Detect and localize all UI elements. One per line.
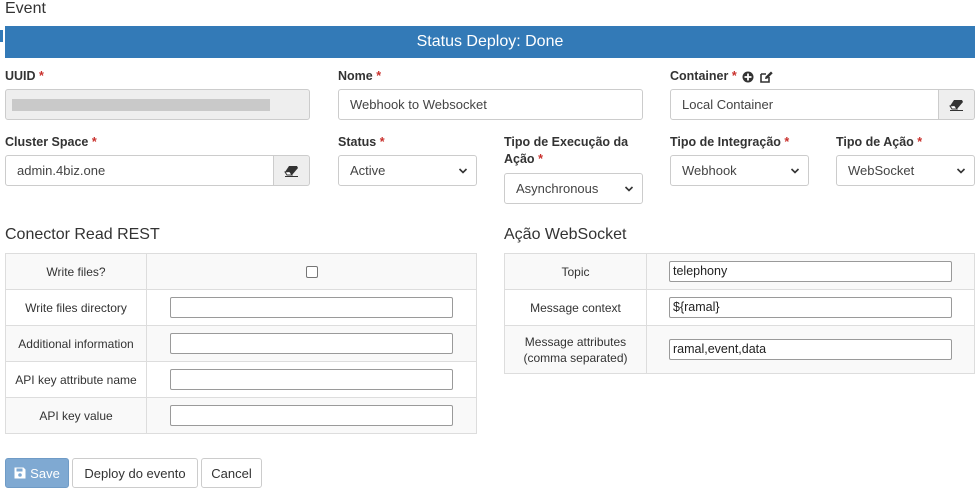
cluster-space-input[interactable]: admin.4biz.one xyxy=(5,155,274,186)
tipo-execucao-label: Tipo de Execução da Ação * xyxy=(504,135,629,166)
chevron-down-icon xyxy=(956,168,966,174)
action-value-cell: telephony xyxy=(646,253,975,290)
tipo-integracao-label: Tipo de Integração * xyxy=(670,135,790,149)
cluster-space-input-group: admin.4biz.one xyxy=(5,155,310,186)
status-select[interactable]: Active xyxy=(338,155,477,186)
table-row: Message attributes (comma separated) ram… xyxy=(504,325,975,374)
cancel-button[interactable]: Cancel xyxy=(201,458,262,488)
topic-input[interactable]: telephony xyxy=(669,261,952,282)
uuid-field xyxy=(5,89,310,120)
additional-information-input[interactable] xyxy=(170,333,453,354)
status-banner-text: Status Deploy: Done xyxy=(416,33,564,50)
connector-section-title: Conector Read REST xyxy=(5,226,160,243)
connector-value-cell xyxy=(146,361,477,398)
container-clear-button[interactable] xyxy=(939,89,975,120)
table-row: Topic telephony xyxy=(504,253,975,290)
container-input-group: Local Container xyxy=(670,89,975,120)
action-value-cell: ${ramal} xyxy=(646,289,975,326)
tipo-execucao-select[interactable]: Asynchronous xyxy=(504,173,643,204)
action-section-title: Ação WebSocket xyxy=(504,226,627,243)
chevron-down-icon xyxy=(458,168,468,174)
message-attributes-input[interactable]: ramal,event,data xyxy=(669,339,952,360)
table-row: Message context ${ramal} xyxy=(504,289,975,326)
uuid-label: UUID * xyxy=(5,69,44,83)
table-row: Write files directory xyxy=(5,289,477,326)
status-banner: Status Deploy: Done xyxy=(5,26,975,58)
tipo-acao-label: Tipo de Ação * xyxy=(836,135,923,149)
chevron-down-icon xyxy=(790,168,800,174)
container-input[interactable]: Local Container xyxy=(670,89,939,120)
container-label: Container * xyxy=(670,68,773,85)
cluster-space-clear-button[interactable] xyxy=(274,155,310,186)
nome-input[interactable]: Webhook to Websocket xyxy=(338,89,643,120)
connector-key-additional-information: Additional information xyxy=(5,325,147,362)
plus-circle-icon[interactable] xyxy=(742,71,754,83)
deploy-event-button[interactable]: Deploy do evento xyxy=(72,458,198,488)
connector-value-cell xyxy=(146,325,477,362)
connector-key-api-key-attribute-name: API key attribute name xyxy=(5,361,147,398)
connector-value-cell xyxy=(146,253,477,290)
connector-value-cell xyxy=(146,289,477,326)
connector-table: Write files? Write files directory Addit… xyxy=(5,253,477,434)
page-title: Event xyxy=(5,0,46,17)
write-files-checkbox[interactable] xyxy=(305,265,318,278)
message-context-input[interactable]: ${ramal} xyxy=(669,297,952,318)
connector-key-write-files: Write files? xyxy=(5,253,147,290)
uuid-redacted xyxy=(12,98,270,111)
nome-label: Nome * xyxy=(338,69,382,83)
action-key-message-attributes: Message attributes (comma separated) xyxy=(504,325,647,374)
edit-icon[interactable] xyxy=(759,71,773,83)
action-key-topic: Topic xyxy=(504,253,647,290)
floppy-disk-icon xyxy=(14,467,26,479)
api-key-attribute-name-input[interactable] xyxy=(170,369,453,390)
write-files-directory-input[interactable] xyxy=(170,297,453,318)
connector-value-cell xyxy=(146,397,477,434)
eraser-icon xyxy=(949,99,963,111)
table-row: Additional information xyxy=(5,325,477,362)
status-label: Status * xyxy=(338,135,385,149)
table-row: API key value xyxy=(5,397,477,434)
action-key-message-context: Message context xyxy=(504,289,647,326)
cluster-space-label: Cluster Space * xyxy=(5,135,97,149)
tipo-integracao-select[interactable]: Webhook xyxy=(670,155,809,186)
action-table: Topic telephony Message context ${ramal}… xyxy=(504,253,975,374)
table-row: API key attribute name xyxy=(5,361,477,398)
chevron-down-icon xyxy=(624,186,634,192)
api-key-value-input[interactable] xyxy=(170,405,453,426)
status-bar-edge xyxy=(0,30,3,42)
action-value-cell: ramal,event,data xyxy=(646,325,975,374)
save-button[interactable]: Save xyxy=(5,458,69,488)
connector-key-write-files-directory: Write files directory xyxy=(5,289,147,326)
tipo-acao-select[interactable]: WebSocket xyxy=(836,155,975,186)
table-row: Write files? xyxy=(5,253,477,290)
connector-key-api-key-value: API key value xyxy=(5,397,147,434)
eraser-icon xyxy=(284,165,298,177)
